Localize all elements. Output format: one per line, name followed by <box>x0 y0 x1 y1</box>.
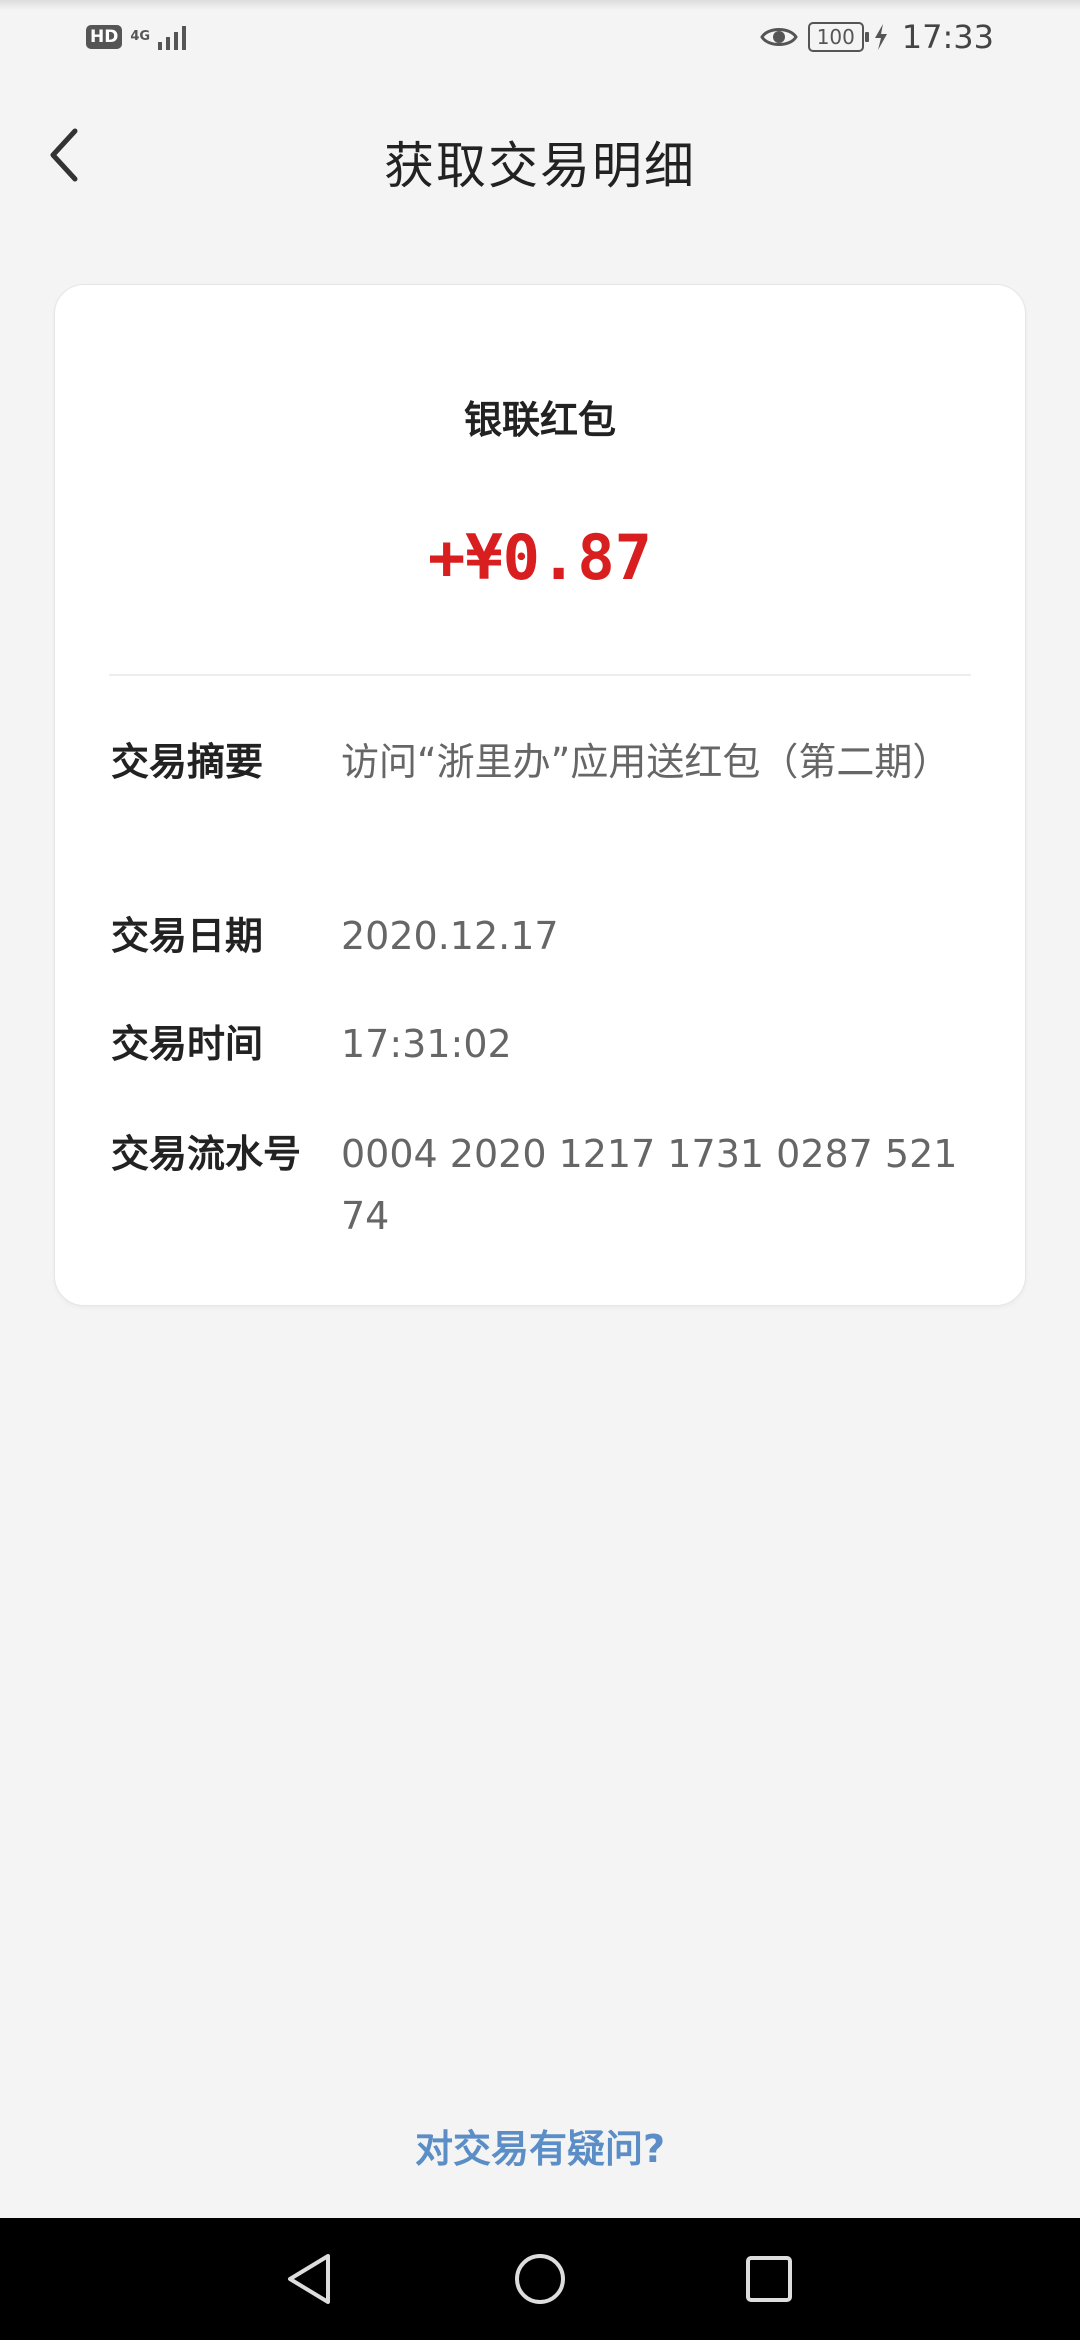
status-right-group: 100 17:33 <box>760 18 994 56</box>
detail-row-serial-number: 交易流水号 0004 2020 1217 1731 0287 52174 <box>111 1123 981 1247</box>
nav-back-button[interactable] <box>274 2244 344 2314</box>
detail-label: 交易流水号 <box>111 1132 302 1176</box>
network-type-label: 4G <box>130 29 151 44</box>
transaction-detail-card: 银联红包 +¥0.87 交易摘要 访问“浙里办”应用送红包（第二期） 交易日期 … <box>54 284 1026 1306</box>
detail-value: 17:31:02 <box>341 1022 512 1066</box>
status-left-group: HD 4G <box>86 22 192 52</box>
detail-label: 交易时间 <box>111 1022 264 1066</box>
detail-value: 访问“浙里办”应用送红包（第二期） <box>341 740 951 784</box>
eye-icon <box>760 28 798 46</box>
battery-level: 100 <box>816 25 855 49</box>
detail-value: 2020.12.17 <box>341 914 559 958</box>
detail-row-date: 交易日期 2020.12.17 <box>111 905 981 967</box>
detail-row-summary: 交易摘要 访问“浙里办”应用送红包（第二期） <box>111 731 981 793</box>
system-nav-bar <box>0 2218 1080 2340</box>
hd-badge: HD <box>86 25 123 49</box>
divider <box>109 674 971 676</box>
detail-label: 交易摘要 <box>111 740 264 784</box>
status-bar: HD 4G 100 17:33 <box>0 0 1080 80</box>
transaction-query-link[interactable]: 对交易有疑问? <box>0 2118 1080 2173</box>
nav-home-icon <box>515 2254 565 2304</box>
battery-icon: 100 <box>807 22 869 52</box>
detail-value: 0004 2020 1217 1731 0287 52174 <box>341 1132 958 1238</box>
status-time: 17:33 <box>901 18 994 56</box>
nav-recent-apps-button[interactable] <box>734 2244 804 2314</box>
nav-back-icon <box>288 2254 330 2304</box>
detail-row-time: 交易时间 17:31:02 <box>111 1013 981 1075</box>
page-title: 获取交易明细 <box>384 137 696 195</box>
detail-label: 交易日期 <box>111 914 264 958</box>
merchant-name: 银联红包 <box>463 398 616 442</box>
signal-icon <box>158 26 187 50</box>
charging-icon <box>874 24 887 50</box>
header: 获取交易明细 <box>0 90 1080 230</box>
nav-home-button[interactable] <box>505 2244 575 2314</box>
nav-recent-apps-icon <box>746 2256 792 2302</box>
transaction-amount: +¥0.87 <box>428 521 652 594</box>
